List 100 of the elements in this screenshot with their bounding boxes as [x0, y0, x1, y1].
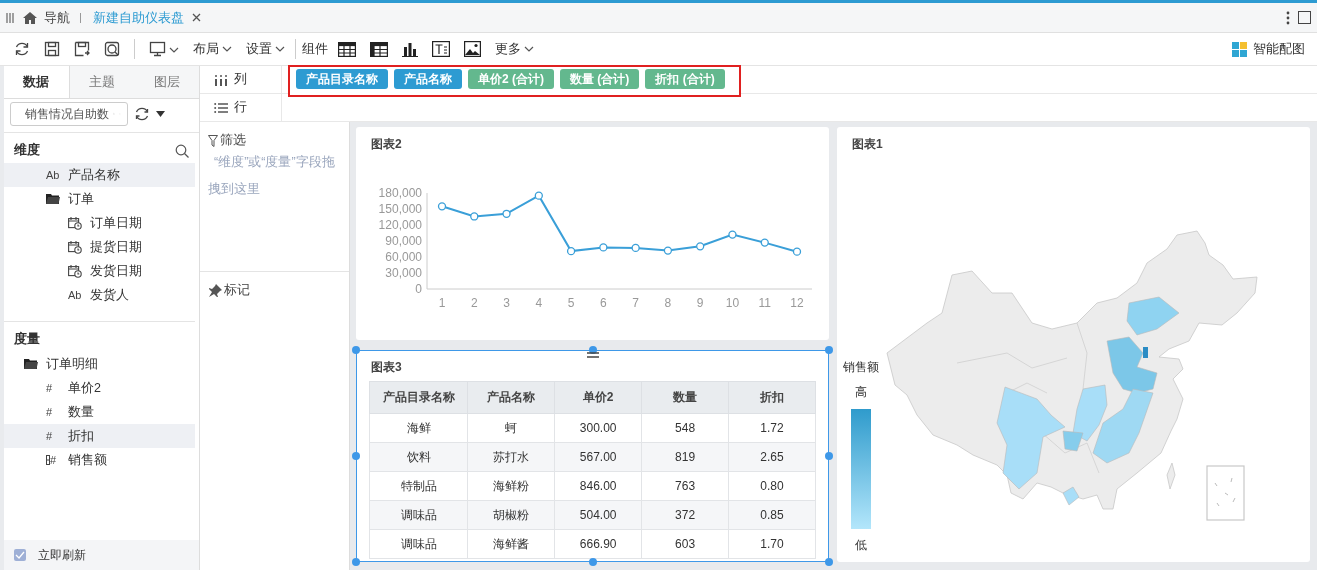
field-item[interactable]: 订单明细 [4, 352, 195, 376]
checkbox[interactable] [14, 549, 26, 561]
field-item[interactable]: Ab 发货人 [4, 283, 195, 307]
checkbox-label: 立即刷新 [38, 546, 86, 564]
axis-tick-label: 0 [415, 282, 422, 296]
legend-high-label: 高 [855, 384, 867, 401]
calendar-clock-icon [68, 216, 82, 230]
menu-button[interactable]: 设置 [246, 40, 285, 58]
calendar-clock-icon [68, 240, 82, 254]
legend-low-label: 低 [855, 537, 867, 554]
data-point[interactable] [631, 243, 640, 253]
axis-tick-label: 9 [696, 296, 704, 310]
search-icon[interactable] [175, 143, 189, 158]
marks-title: 标记 [224, 282, 250, 299]
field-item[interactable]: 发货日期 [4, 259, 195, 283]
data-point[interactable] [599, 243, 608, 252]
chart-title: 图表3 [370, 359, 402, 376]
table-icon[interactable] [338, 41, 356, 57]
axis-tick-label: 3 [503, 296, 510, 310]
table-cell: 苏打水 [467, 442, 555, 472]
axis-tick-label: 60,000 [385, 250, 422, 264]
field-item[interactable]: # 单价2 [4, 376, 195, 400]
preview-icon[interactable] [104, 41, 120, 57]
calendar-clock-icon [68, 264, 82, 278]
resize-handle[interactable] [352, 558, 360, 566]
table-cell: 饮料 [369, 442, 468, 472]
field-item[interactable]: Ab 产品名称 [4, 163, 195, 187]
data-point[interactable] [696, 242, 705, 251]
column-header[interactable]: 产品目录名称 [369, 381, 468, 414]
resize-handle[interactable] [825, 452, 833, 460]
column-header[interactable]: 折扣 [728, 381, 816, 414]
field-item[interactable]: 提货日期 [4, 235, 195, 259]
crosstab-icon[interactable] [370, 41, 388, 57]
save-as-icon[interactable] [74, 41, 90, 57]
resize-handle[interactable] [352, 346, 360, 354]
drop-hint: “维度”或“度量”字段拖拽到这里 [208, 154, 336, 198]
section-title: 度量 [14, 331, 40, 348]
axis-tick-label: 180,000 [378, 186, 422, 200]
field-item[interactable]: # 数量 [4, 400, 195, 424]
data-point[interactable] [470, 212, 479, 221]
more-menu-button[interactable]: 更多 [495, 40, 534, 58]
axis-tick-label: 6 [600, 296, 607, 310]
field-item[interactable]: 订单日期 [4, 211, 195, 235]
axis-tick-label: 8 [664, 296, 672, 310]
table-cell: 504.00 [554, 500, 642, 530]
axis-tick-label: 11 [758, 296, 771, 310]
legend-title: 销售额 [843, 359, 879, 376]
columns-icon [214, 73, 228, 86]
dropdown-icon[interactable] [156, 111, 165, 117]
resize-handle[interactable] [352, 452, 360, 460]
resize-handle[interactable] [588, 346, 597, 354]
data-point[interactable] [760, 238, 769, 247]
data-point[interactable] [437, 202, 447, 211]
drag-handle-icon[interactable] [6, 12, 14, 23]
resize-handle[interactable] [825, 558, 833, 566]
field-item[interactable]: # 销售额 [4, 448, 195, 472]
table-cell: 蚵 [467, 413, 555, 443]
axis-tick-label: 120,000 [378, 218, 422, 232]
column-header[interactable]: 产品名称 [467, 381, 555, 414]
data-point[interactable] [728, 230, 737, 239]
close-icon[interactable] [192, 13, 201, 22]
image-icon[interactable] [464, 41, 481, 57]
text-box-icon[interactable] [432, 41, 450, 57]
data-point[interactable] [534, 191, 543, 200]
nav-link[interactable]: 导航 [44, 8, 70, 27]
refresh-icon[interactable] [134, 106, 150, 122]
field-item[interactable]: # 折扣 [4, 424, 195, 448]
panel-tab[interactable]: 图层 [134, 66, 199, 98]
caret-icon [275, 45, 285, 53]
data-point[interactable] [502, 209, 511, 218]
resize-handle[interactable] [588, 558, 597, 566]
save-icon[interactable] [44, 41, 60, 57]
field-item[interactable]: 订单 [4, 187, 195, 211]
dataset-select[interactable]: 销售情况自助数 [10, 102, 128, 126]
column-header[interactable]: 数量 [641, 381, 729, 414]
refresh-icon[interactable] [14, 41, 30, 57]
column-header[interactable]: 单价2 [554, 381, 642, 414]
bar-chart-icon[interactable] [402, 41, 418, 57]
home-icon[interactable] [22, 10, 38, 25]
panel-tab[interactable]: 主题 [69, 66, 135, 98]
shelf-label: 行 [234, 99, 247, 116]
axis-tick-label: 4 [535, 296, 543, 310]
data-point[interactable] [663, 246, 673, 255]
menu-button[interactable]: 布局 [193, 40, 232, 58]
chart-title: 图表1 [851, 136, 884, 153]
panel-tab[interactable]: 数据 [4, 66, 70, 98]
smart-chart-button[interactable]: 智能配图 [1232, 40, 1305, 58]
data-point[interactable] [792, 247, 802, 256]
table-cell: 603 [641, 529, 729, 559]
resize-handle[interactable] [825, 346, 833, 354]
table-cell: 548 [641, 413, 729, 443]
drag-handle-icon[interactable] [586, 352, 599, 358]
filter-icon [208, 134, 218, 147]
chart-title: 图表2 [370, 136, 402, 153]
maximize-icon[interactable] [1298, 11, 1311, 24]
data-point[interactable] [566, 247, 576, 256]
more-icon[interactable] [1286, 10, 1290, 25]
table-cell: 特制品 [369, 471, 468, 501]
monitor-dropdown-icon[interactable] [149, 41, 179, 57]
table-cell: 调味品 [369, 529, 468, 559]
